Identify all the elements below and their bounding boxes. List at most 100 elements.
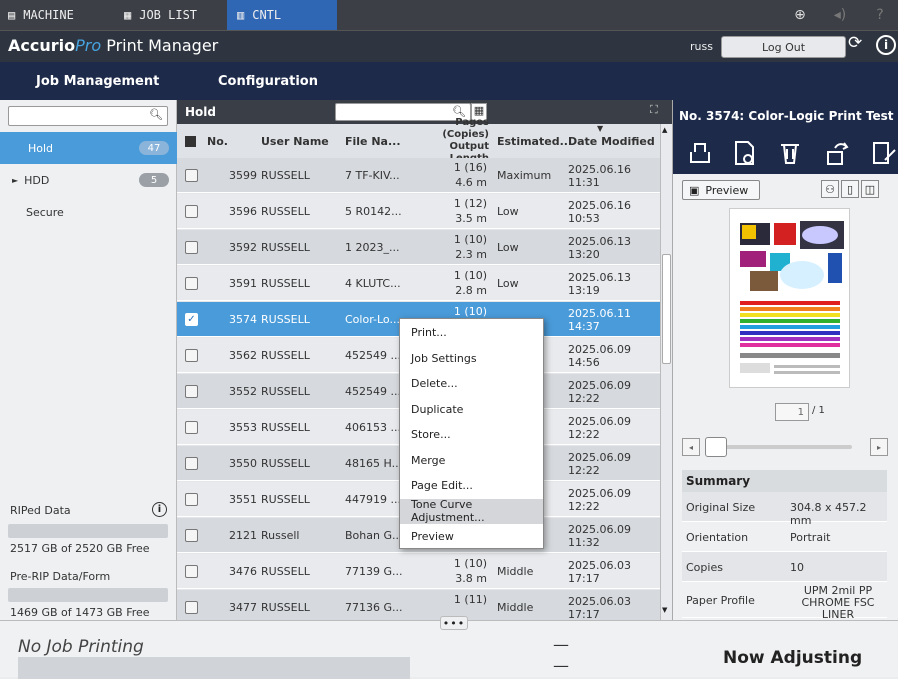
summary-heading: Summary xyxy=(682,470,887,492)
globe-icon[interactable]: ⊕ xyxy=(782,0,818,30)
context-menu-item[interactable]: Merge xyxy=(400,448,543,473)
page-slider-track[interactable] xyxy=(707,445,852,449)
job-user: RUSSELL xyxy=(261,277,310,290)
job-user: RUSSELL xyxy=(261,349,310,362)
context-menu-item[interactable]: Tone Curve Adjustment... xyxy=(400,498,543,524)
row-checkbox[interactable] xyxy=(185,565,198,578)
job-output-length: 2.3 m xyxy=(455,248,487,261)
slider-left-icon[interactable]: ◂ xyxy=(682,438,700,456)
volume-icon[interactable]: ◂) xyxy=(822,0,858,30)
job-date-modified: 2025.06.09 12:22 xyxy=(568,414,631,441)
delete-icon[interactable] xyxy=(775,138,805,168)
row-checkbox[interactable] xyxy=(185,529,198,542)
connection-icon[interactable]: ⟳ xyxy=(848,33,862,53)
job-user: RUSSELL xyxy=(261,565,310,578)
job-number: 3599 xyxy=(229,169,257,182)
logout-button[interactable]: Log Out xyxy=(721,36,846,58)
row-checkbox[interactable] xyxy=(185,241,198,254)
job-file-name: 452549 ... xyxy=(345,385,401,398)
job-pages: 1 (10) xyxy=(453,305,487,318)
info-icon[interactable]: i xyxy=(152,502,167,517)
folder-search-input[interactable]: 🔍︎ xyxy=(8,106,168,126)
scroll-thumb[interactable] xyxy=(662,254,671,364)
table-row[interactable]: 3599 RUSSELL 7 TF-KIV... 1 (16) 4.6 m Maximum… xyxy=(177,158,660,193)
sidebar-item-secure[interactable]: Secure xyxy=(0,196,177,228)
select-all-checkbox[interactable] xyxy=(185,124,196,158)
job-settings-icon[interactable] xyxy=(729,138,759,168)
column-no[interactable]: No. xyxy=(207,124,228,158)
row-checkbox[interactable] xyxy=(185,457,198,470)
preview-button[interactable]: ▣ Preview xyxy=(682,180,760,200)
tab-cntl[interactable]: ▥ CNTL xyxy=(227,0,337,30)
tab-machine[interactable]: ▤ MACHINE xyxy=(8,0,118,30)
row-checkbox[interactable]: ✓ xyxy=(185,313,198,326)
slider-right-icon[interactable]: ▸ xyxy=(870,438,888,456)
scroll-down-icon[interactable]: ▼ xyxy=(662,606,667,614)
column-file-name[interactable]: File Na... xyxy=(345,124,401,158)
column-date-modified[interactable]: Date Modified xyxy=(568,124,655,158)
table-row[interactable]: 3592 RUSSELL 1 2023_... 1 (10) 2.3 m Low 2025.… xyxy=(177,230,660,265)
edit-icon[interactable] xyxy=(869,138,898,168)
search-icon[interactable]: 🔍︎ xyxy=(149,108,163,121)
summary-row: Paper Profile UPM 2mil PP CHROME FSC LINE… xyxy=(682,582,887,621)
riped-data-label: RIPed Data xyxy=(10,504,71,517)
row-checkbox[interactable] xyxy=(185,169,198,182)
spread-view-icon[interactable]: ◫ xyxy=(861,180,879,198)
secure-label: Secure xyxy=(26,205,64,219)
job-file-name: 447919 ... xyxy=(345,493,401,506)
context-menu-item[interactable]: Delete... xyxy=(400,371,543,396)
table-row[interactable]: 3476 RUSSELL 77139 G... 1 (10) 3.8 m Middle 20… xyxy=(177,554,660,589)
tab-job-list[interactable]: ▦ JOB LIST xyxy=(124,0,224,30)
help-icon[interactable]: ? xyxy=(862,0,898,30)
sidebar-item-hold[interactable]: Hold 47 xyxy=(0,132,177,164)
row-checkbox[interactable] xyxy=(185,601,198,614)
row-checkbox[interactable] xyxy=(185,385,198,398)
job-list-scrollbar[interactable]: ▲ ▼ xyxy=(660,124,672,620)
job-pages: 1 (10) xyxy=(453,269,487,282)
hdd-count-badge: 5 xyxy=(139,173,169,187)
summary-key: Orientation xyxy=(686,531,749,544)
row-checkbox[interactable] xyxy=(185,349,198,362)
info-icon[interactable]: i xyxy=(876,35,896,55)
column-estimated[interactable]: Estimated... xyxy=(497,124,572,158)
row-checkbox[interactable] xyxy=(185,493,198,506)
color-view-icon[interactable]: ⚇ xyxy=(821,180,839,198)
context-menu-item[interactable]: Job Settings xyxy=(400,346,543,371)
context-menu-item[interactable]: Store... xyxy=(400,422,543,447)
column-pages[interactable]: Pages (Copies)Output Length xyxy=(409,117,489,164)
job-estimated: Low xyxy=(497,205,519,218)
tab-cntl-label: CNTL xyxy=(252,8,282,22)
page-number-input[interactable]: 1 xyxy=(775,403,809,421)
menu-job-management[interactable]: Job Management xyxy=(36,62,159,100)
more-options-button[interactable]: ••• xyxy=(440,616,468,630)
expand-arrow-icon[interactable]: ► xyxy=(12,176,18,185)
context-menu-item[interactable]: Print... xyxy=(400,320,543,345)
job-pages: 1 (10) xyxy=(453,557,487,570)
summary-row: Orientation Portrait xyxy=(682,522,887,552)
summary-row: Copies 10 xyxy=(682,552,887,582)
scroll-up-icon[interactable]: ▲ xyxy=(662,126,667,134)
row-checkbox[interactable] xyxy=(185,205,198,218)
print-icon[interactable] xyxy=(685,138,715,168)
table-row[interactable]: 3591 RUSSELL 4 KLUTC... 1 (10) 2.8 m Low 2025.… xyxy=(177,266,660,301)
job-output-length: 3.5 m xyxy=(455,212,487,225)
context-menu-item[interactable]: Preview xyxy=(400,524,543,549)
menu-configuration[interactable]: Configuration xyxy=(218,62,318,100)
table-row[interactable]: 3596 RUSSELL 5 R0142... 1 (12) 3.5 m Low 2025.… xyxy=(177,194,660,229)
expand-icon[interactable]: ⛶ xyxy=(650,103,658,117)
row-checkbox[interactable] xyxy=(185,277,198,290)
sidebar-item-hdd[interactable]: ► HDD 5 xyxy=(0,164,177,196)
prerip-usage-bar xyxy=(8,588,168,602)
job-date-modified: 2025.06.09 11:32 xyxy=(568,522,631,549)
job-date-modified: 2025.06.16 10:53 xyxy=(568,198,631,225)
single-page-icon[interactable]: ▯ xyxy=(841,180,859,198)
context-menu-item[interactable]: Duplicate xyxy=(400,397,543,422)
context-menu-item[interactable]: Page Edit... xyxy=(400,473,543,498)
job-output-length: 4.6 m xyxy=(455,176,487,189)
column-user-name[interactable]: User Name xyxy=(261,124,329,158)
job-number: 3596 xyxy=(229,205,257,218)
page-slider-knob[interactable] xyxy=(705,437,727,457)
job-number: 3553 xyxy=(229,421,257,434)
row-checkbox[interactable] xyxy=(185,421,198,434)
move-icon[interactable] xyxy=(823,138,853,168)
